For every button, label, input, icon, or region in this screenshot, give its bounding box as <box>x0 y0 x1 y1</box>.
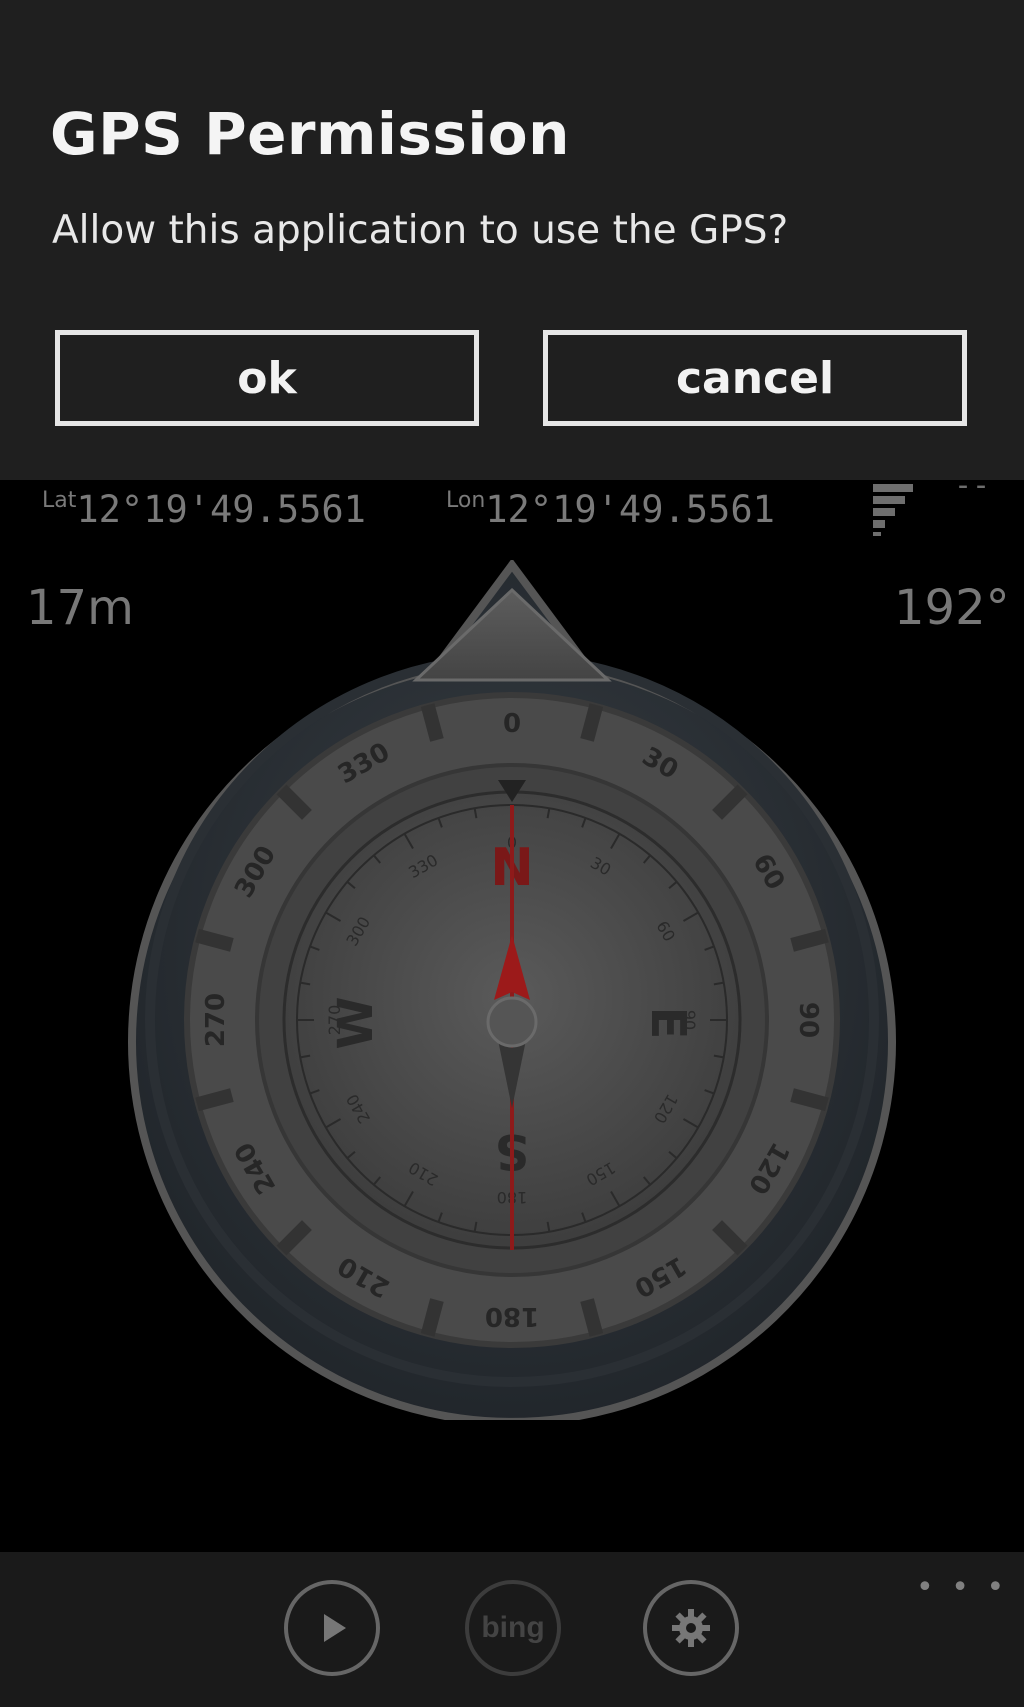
heading-readout: 192° <box>894 580 1010 636</box>
play-button[interactable] <box>284 1580 380 1676</box>
bezel-notch <box>195 928 234 952</box>
outer-degree-label: 0 <box>503 709 521 739</box>
cancel-button[interactable]: cancel <box>543 330 967 426</box>
lon-label: Lon <box>446 488 486 513</box>
lat-value: 12°19'49.5561 <box>76 488 366 531</box>
gps-status-indicator: -- <box>954 468 991 503</box>
bing-button[interactable]: bing <box>465 1580 561 1676</box>
gps-permission-dialog: GPS Permission Allow this application to… <box>0 0 1024 480</box>
lat-label: Lat <box>42 488 77 513</box>
gear-icon <box>672 1609 710 1647</box>
signal-strength-icon <box>873 484 913 536</box>
heading-pointer-icon <box>412 587 612 682</box>
play-icon <box>324 1614 346 1642</box>
settings-button[interactable] <box>643 1580 739 1676</box>
bezel-notch <box>580 1298 604 1337</box>
bezel-notch <box>195 1088 234 1112</box>
app-bar: bing • • • <box>0 1552 1024 1707</box>
outer-degree-label: 90 <box>793 1002 823 1038</box>
dialog-message: Allow this application to use the GPS? <box>52 208 789 253</box>
bezel-notch <box>790 1088 829 1112</box>
dialog-title: GPS Permission <box>50 100 570 168</box>
bing-label: bing <box>481 1611 545 1644</box>
lon-value: 12°19'49.5561 <box>485 488 775 531</box>
outer-degree-label: 180 <box>485 1301 539 1331</box>
outer-degree-label: 270 <box>201 993 231 1047</box>
compass-dial: 0306090120150180210240270300330 03060901… <box>128 560 896 1420</box>
needle-pivot <box>486 996 538 1048</box>
bezel-notch <box>420 703 444 742</box>
bezel-notch <box>580 703 604 742</box>
bezel-notch <box>790 928 829 952</box>
coordinates-row: Lat12°19'49.5561 Lon12°19'49.5561 <box>42 488 775 531</box>
ok-button[interactable]: ok <box>55 330 479 426</box>
more-menu-button[interactable]: • • • <box>916 1570 1008 1605</box>
bezel-notch <box>420 1298 444 1337</box>
cardinal-w: W <box>328 997 384 1050</box>
cardinal-e: E <box>640 1007 696 1040</box>
altitude-readout: 17m <box>26 580 134 636</box>
